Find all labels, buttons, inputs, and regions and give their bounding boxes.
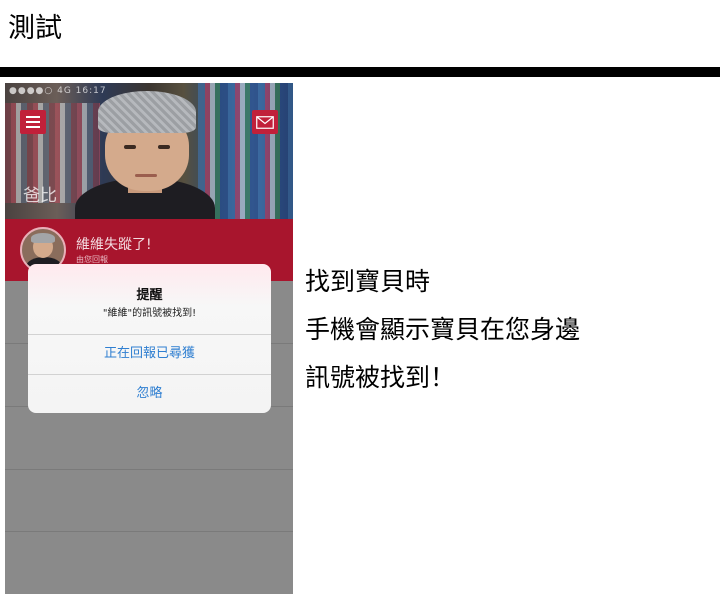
profile-photo-mouth [135,174,157,177]
dialog-title: 提醒 [136,288,163,303]
profile-hero: ●●●●○ 4G 16:17 爸比 [5,83,293,219]
background-merchandise [198,83,293,219]
list-separator [5,469,293,470]
hamburger-icon [26,121,40,123]
avatar-hat [31,233,55,243]
list-separator [5,531,293,532]
dialog-message: "維維"的訊號被找到! [102,308,197,319]
status-bar: ●●●●○ 4G 16:17 [9,86,107,96]
report-found-button[interactable]: 正在回報已尋獲 [28,335,271,373]
hamburger-icon [26,126,40,128]
caption-line: 找到寶貝時 [305,267,431,296]
ignore-button[interactable]: 忽略 [28,375,271,413]
found-alert-dialog: 提醒 "維維"的訊號被找到! 正在回報已尋獲 忽略 [28,264,271,413]
page-title: 測試 [8,13,62,44]
profile-photo-hat [98,91,196,133]
hamburger-icon [26,116,40,118]
menu-button[interactable] [20,110,46,134]
caption: 找到寶貝時 手機會顯示寶貝在您身邊 訊號被找到！ [305,258,580,402]
alert-title: 維維失蹤了! [76,237,152,253]
envelope-icon [256,115,274,129]
caption-line: 訊號被找到！ [305,363,456,392]
caption-line: 手機會顯示寶貝在您身邊 [305,315,581,344]
phone-screenshot: ●●●●○ 4G 16:17 爸比 維維失蹤了! 由您回報 提醒 "維維"的訊號… [5,83,293,594]
title-divider [0,67,720,77]
mail-button[interactable] [252,110,278,134]
profile-photo-eye [124,145,136,149]
profile-name: 爸比 [23,186,57,206]
profile-photo-eye [158,145,170,149]
